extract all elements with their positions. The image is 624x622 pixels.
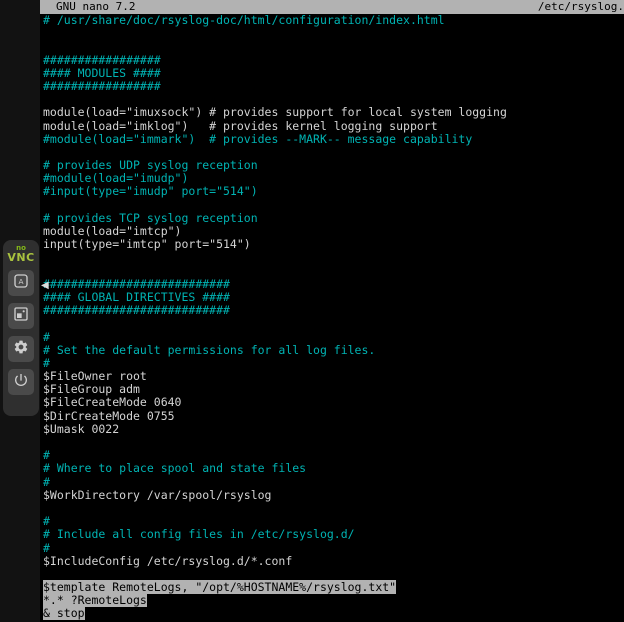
power-button[interactable] — [8, 369, 34, 395]
editor-line[interactable]: # Include all config files in /etc/rsysl… — [43, 528, 624, 541]
nano-file-name: /etc/rsyslog. — [538, 0, 624, 14]
editor-line[interactable]: # — [43, 331, 624, 344]
editor-line[interactable] — [43, 251, 624, 264]
editor-line[interactable] — [43, 502, 624, 515]
editor-line[interactable]: # — [43, 476, 624, 489]
nano-app-title: GNU nano 7.2 — [56, 0, 135, 14]
editor-line[interactable] — [43, 27, 624, 40]
fullscreen-button[interactable] — [8, 303, 34, 329]
editor-line[interactable]: input(type="imtcp" port="514") — [43, 238, 624, 251]
editor-line[interactable]: $DirCreateMode 0755 — [43, 410, 624, 423]
editor-line[interactable]: ################# — [43, 80, 624, 93]
editor-line[interactable]: #input(type="imudp" port="514") — [43, 185, 624, 198]
editor-line[interactable]: $IncludeConfig /etc/rsyslog.d/*.conf — [43, 555, 624, 568]
editor-line[interactable]: $Umask 0022 — [43, 423, 624, 436]
editor-line[interactable]: module(load="imklog") # provides kernel … — [43, 120, 624, 133]
editor-line[interactable]: #### MODULES #### — [43, 67, 624, 80]
editor-line[interactable] — [43, 199, 624, 212]
editor-line[interactable]: # /usr/share/doc/rsyslog-doc/html/config… — [43, 14, 624, 27]
editor-line[interactable]: #module(load="immark") # provides --MARK… — [43, 133, 624, 146]
power-icon — [13, 372, 29, 392]
editor-line-selected[interactable]: & stop — [43, 607, 624, 620]
vnc-screen: GNU nano 7.2 /etc/rsyslog. # /usr/share/… — [0, 0, 624, 622]
editor-line[interactable]: module(load="imuxsock") # provides suppo… — [43, 106, 624, 119]
novnc-logo: no VNC — [7, 245, 34, 263]
editor-line[interactable]: # Set the default permissions for all lo… — [43, 344, 624, 357]
settings-button[interactable] — [8, 336, 34, 362]
svg-text:A: A — [18, 277, 23, 286]
editor-line[interactable]: ################# — [43, 54, 624, 67]
clipboard-button[interactable]: A — [8, 270, 34, 296]
clipboard-icon: A — [13, 273, 29, 293]
nano-titlebar: GNU nano 7.2 /etc/rsyslog. — [40, 0, 624, 14]
novnc-control-bar: no VNC A — [3, 240, 39, 416]
fullscreen-icon — [13, 306, 29, 326]
terminal-window[interactable]: GNU nano 7.2 /etc/rsyslog. # /usr/share/… — [40, 0, 624, 622]
editor-line[interactable] — [43, 436, 624, 449]
editor-line[interactable]: ########################### — [43, 304, 624, 317]
gear-icon — [13, 339, 29, 359]
editor-line[interactable] — [43, 317, 624, 330]
novnc-logo-vnc: VNC — [7, 252, 34, 263]
editor-line[interactable]: # — [43, 542, 624, 555]
editor-line[interactable] — [43, 265, 624, 278]
editor-line[interactable]: ########################### — [43, 278, 624, 291]
control-bar-collapse-arrow[interactable]: ◀ — [41, 280, 49, 291]
editor-content[interactable]: # /usr/share/doc/rsyslog-doc/html/config… — [40, 14, 624, 621]
editor-line[interactable]: $WorkDirectory /var/spool/rsyslog — [43, 489, 624, 502]
editor-line[interactable]: $FileCreateMode 0640 — [43, 396, 624, 409]
editor-line-selected[interactable]: *.* ?RemoteLogs — [43, 594, 624, 607]
editor-line[interactable]: # Where to place spool and state files — [43, 462, 624, 475]
editor-line[interactable] — [43, 40, 624, 53]
